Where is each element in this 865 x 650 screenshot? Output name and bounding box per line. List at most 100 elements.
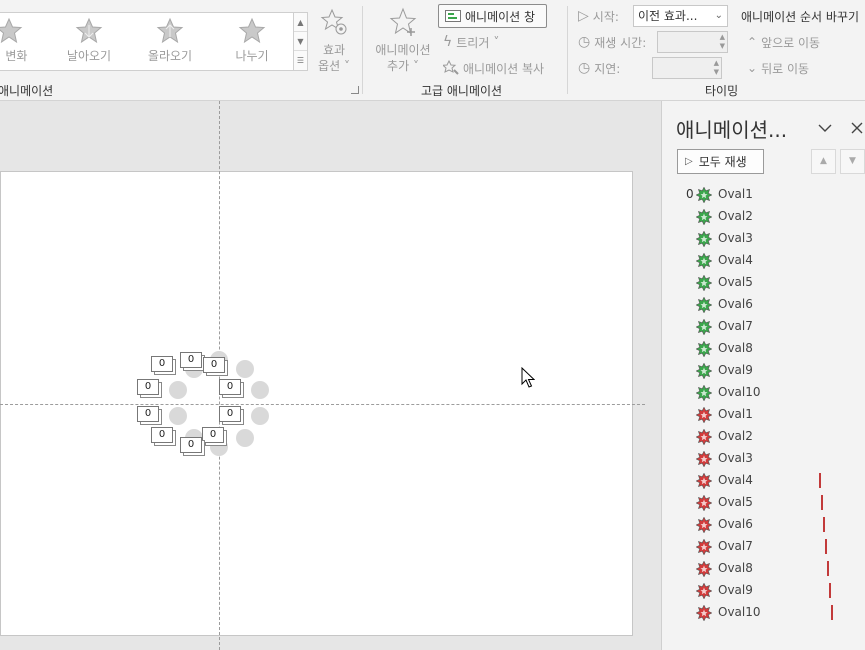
animation-order-tag[interactable]: 0 (219, 379, 241, 395)
move-up-button[interactable]: ▲ (811, 149, 836, 174)
entrance-burst-icon (695, 318, 713, 336)
animation-item-entrance[interactable]: Oval9 (662, 360, 865, 382)
animation-order-tag[interactable]: 0 (180, 352, 202, 368)
oval-shape[interactable] (169, 381, 187, 399)
timeline-bar[interactable] (825, 539, 827, 554)
animation-item-exit[interactable]: Oval10 (662, 602, 865, 624)
animation-item-entrance[interactable]: Oval4 (662, 250, 865, 272)
chevron-down-icon: ⌄ (714, 10, 723, 21)
horizontal-guide[interactable] (0, 404, 645, 405)
spinner-arrows-icon[interactable]: ▲ ▼ (720, 33, 725, 51)
entrance-burst-icon (695, 252, 713, 270)
gallery-item-label: 변화 (5, 49, 28, 63)
gallery-item-fly-in[interactable]: 날아오기 (49, 17, 129, 64)
gallery-item-float-in[interactable]: 올라오기 (130, 17, 210, 64)
animation-item-exit[interactable]: Oval5 (662, 492, 865, 514)
move-later-button[interactable]: ⌄ 뒤로 이동 (747, 58, 809, 78)
timeline-bar[interactable] (829, 583, 831, 598)
play-all-label: 모두 재생 (698, 155, 747, 169)
animation-item-entrance[interactable]: Oval3 (662, 228, 865, 250)
animation-order-tag[interactable]: 0 (203, 357, 225, 373)
group-label-animation: 애니메이션 (0, 84, 54, 98)
animation-item-name: Oval7 (718, 319, 753, 333)
start-dropdown[interactable]: 이전 효과... ⌄ (633, 5, 728, 27)
star-plus-icon (389, 7, 417, 36)
move-earlier-button[interactable]: ⌃ 앞으로 이동 (747, 32, 820, 52)
add-animation-label: 애니메이션 (375, 43, 431, 57)
exit-burst-icon (695, 494, 713, 512)
add-animation-button[interactable]: 애니메이션 추가 ˅ (370, 6, 436, 74)
oval-shape[interactable] (251, 407, 269, 425)
animation-type-icon (695, 230, 713, 250)
play-all-button[interactable]: ▷ 모두 재생 (677, 149, 764, 174)
duration-spinner[interactable]: ▲ ▼ (657, 31, 728, 53)
animation-item-entrance[interactable]: Oval5 (662, 272, 865, 294)
move-down-button[interactable]: ▼ (840, 149, 865, 174)
animation-item-exit[interactable]: Oval1 (662, 404, 865, 426)
oval-shape[interactable] (169, 407, 187, 425)
animation-item-entrance[interactable]: Oval6 (662, 294, 865, 316)
animation-order-tag[interactable]: 0 (151, 427, 173, 443)
timeline-bar[interactable] (831, 605, 833, 620)
gallery-scroll-down-icon[interactable]: ▼ (294, 32, 307, 51)
triangle-down-icon: ▼ (849, 156, 856, 166)
oval-shape[interactable] (251, 381, 269, 399)
animation-order-tag[interactable]: 0 (151, 356, 173, 372)
effect-options-button[interactable]: 효과 옵션 ˅ (316, 8, 352, 74)
oval-shape[interactable] (236, 429, 254, 447)
animation-painter-label: 애니메이션 복사 (463, 61, 545, 76)
animation-gallery[interactable]: ㅣ 변화 날아오기 올라오기 나누기 ▲ ▼ ☰ (0, 12, 308, 71)
animation-item-exit[interactable]: Oval9 (662, 580, 865, 602)
animation-item-name: Oval3 (718, 231, 753, 245)
trigger-button[interactable]: ϟ 트리거 ˅ (443, 32, 499, 52)
animation-order-tag[interactable]: 0 (202, 427, 224, 443)
gallery-more-icon[interactable]: ☰ (294, 51, 307, 70)
spinner-arrows-icon[interactable]: ▲ ▼ (714, 59, 719, 77)
animation-item-name: Oval5 (718, 275, 753, 289)
gallery-scroll-up-icon[interactable]: ▲ (294, 13, 307, 32)
gallery-item-transform[interactable]: ㅣ 변화 (0, 17, 49, 64)
animation-item-entrance[interactable]: Oval10 (662, 382, 865, 404)
animation-item-entrance[interactable]: 0 Oval1 (662, 184, 865, 206)
animation-order-tag[interactable]: 0 (219, 406, 241, 422)
dialog-launcher-icon[interactable] (351, 86, 359, 94)
animation-type-icon (695, 494, 713, 514)
gallery-item-label: 날아오기 (66, 49, 112, 63)
animation-item-entrance[interactable]: Oval2 (662, 206, 865, 228)
animation-item-exit[interactable]: Oval2 (662, 426, 865, 448)
animation-item-exit[interactable]: Oval3 (662, 448, 865, 470)
star-gear-icon (320, 8, 347, 35)
animation-item-exit[interactable]: Oval6 (662, 514, 865, 536)
animation-order-tag[interactable]: 0 (137, 379, 159, 395)
trigger-label: 트리거 (456, 35, 490, 50)
timeline-bar[interactable] (827, 561, 829, 576)
slide-editing-area[interactable]: 0 0 0 0 0 0 0 0 0 0 (0, 101, 661, 650)
effect-options-label: 효과 (322, 43, 346, 57)
oval-shape[interactable] (236, 360, 254, 378)
animation-pane-button[interactable]: 애니메이션 창 (438, 4, 547, 28)
timeline-bar[interactable] (821, 495, 823, 510)
animation-painter-button[interactable]: 애니메이션 복사 (443, 58, 544, 78)
delay-spinner[interactable]: ▲ ▼ (652, 57, 722, 79)
star-icon (75, 17, 103, 44)
gallery-item-split[interactable]: 나누기 (212, 17, 292, 64)
chevron-down-icon[interactable] (818, 123, 832, 133)
entrance-burst-icon (695, 274, 713, 292)
animation-item-exit[interactable]: Oval4 (662, 470, 865, 492)
chevron-down-icon: ˅ (493, 35, 500, 49)
timeline-bar[interactable] (819, 473, 821, 488)
animation-item-name: Oval9 (718, 583, 753, 597)
close-icon[interactable] (851, 122, 863, 134)
animation-item-entrance[interactable]: Oval8 (662, 338, 865, 360)
vertical-guide[interactable] (219, 101, 220, 650)
animation-item-name: Oval7 (718, 539, 753, 553)
animation-type-icon (695, 318, 713, 338)
animation-order-tag[interactable]: 0 (137, 406, 159, 422)
timeline-bar[interactable] (823, 517, 825, 532)
animation-item-entrance[interactable]: Oval7 (662, 316, 865, 338)
animation-item-exit[interactable]: Oval8 (662, 558, 865, 580)
animation-order-tag[interactable]: 0 (180, 437, 202, 453)
gallery-scrollbar[interactable]: ▲ ▼ ☰ (293, 13, 307, 70)
animation-item-exit[interactable]: Oval7 (662, 536, 865, 558)
clock-icon: ◷ (578, 60, 591, 76)
